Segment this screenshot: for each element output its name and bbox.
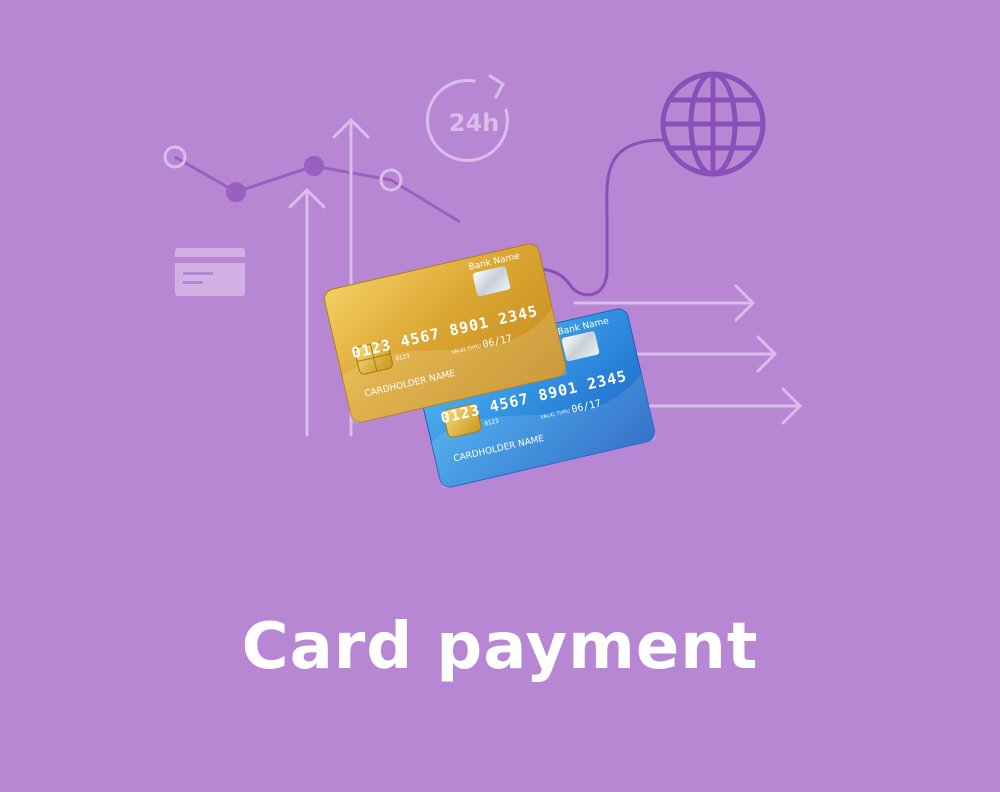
clock-24h-label: 24h	[449, 109, 499, 137]
globe-icon	[660, 71, 766, 177]
page-title: Card payment	[241, 610, 759, 684]
card-icon	[175, 248, 245, 296]
card-payment-page: 24h Bank Name 0123 4567 8901 2345 0123 V…	[0, 0, 1000, 792]
